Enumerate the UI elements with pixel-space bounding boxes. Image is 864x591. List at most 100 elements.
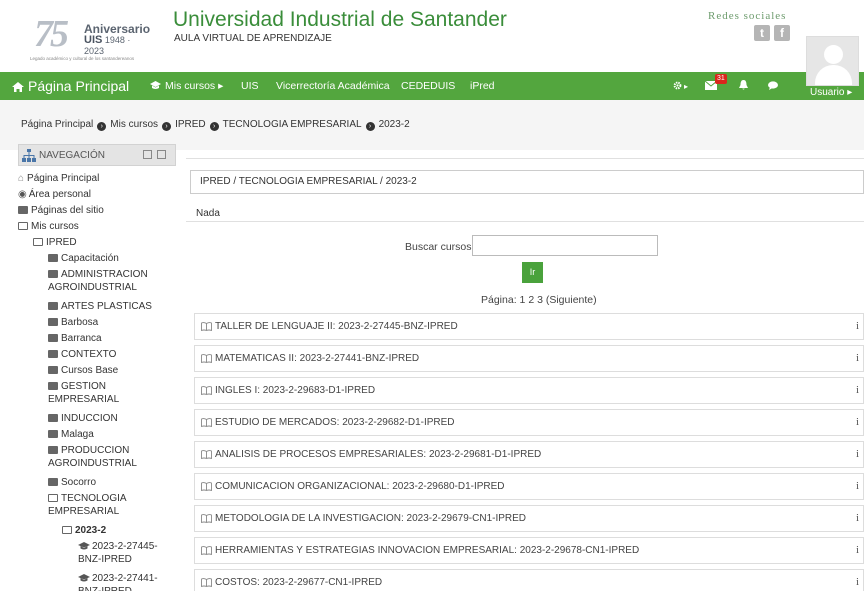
main-navbar: Página Principal Mis cursos ▸ UIS Vicerr… xyxy=(0,72,864,100)
graduation-cap-icon xyxy=(150,81,161,89)
tree-item-ipred[interactable]: IPRED xyxy=(33,236,77,249)
nav-ipred[interactable]: iPred xyxy=(470,72,495,100)
breadcrumb-tecnologia[interactable]: TECNOLOGIA EMPRESARIAL xyxy=(223,119,362,130)
sitemap-icon xyxy=(22,149,36,162)
settings-menu[interactable]: ▸ xyxy=(673,72,688,100)
tree-item-gestion-empresarial[interactable]: GESTION EMPRESARIAL xyxy=(48,380,158,406)
tree-item-malaga[interactable]: Malaga xyxy=(48,428,94,441)
nav-home-link[interactable]: Página Principal xyxy=(12,72,129,100)
tree-item-mis-cursos[interactable]: Mis cursos xyxy=(18,220,79,233)
nav-vicerrectoria[interactable]: Vicerrectoría Académica xyxy=(276,72,390,100)
tree-item-course-27441[interactable]: 2023-2-27441-BNZ-IPRED xyxy=(78,572,174,591)
collapse-block-icon[interactable] xyxy=(143,150,152,159)
main-content: IPRED / TECNOLOGIA EMPRESARIAL / 2023-2 … xyxy=(186,158,864,591)
tree-item-pagina-principal[interactable]: ⌂ Página Principal xyxy=(18,172,99,185)
info-icon[interactable]: i xyxy=(856,320,859,332)
course-item[interactable]: ANALISIS DE PROCESOS EMPRESARIALES: 2023… xyxy=(194,441,864,468)
course-item[interactable]: COSTOS: 2023-2-29677-CN1-IPRED i xyxy=(194,569,864,591)
next-page-link[interactable]: (Siguiente) xyxy=(546,294,597,306)
logo-legado: Legado académico y cultural de los santa… xyxy=(30,56,135,61)
folder-icon xyxy=(48,270,58,278)
nada-text: Nada xyxy=(196,208,220,219)
folder-icon xyxy=(48,366,58,374)
chat-bubble-icon xyxy=(768,81,778,90)
breadcrumb-current[interactable]: 2023-2 xyxy=(379,119,410,130)
course-name-link[interactable]: METODOLOGIA DE LA INVESTIGACION: 2023-2-… xyxy=(215,513,526,524)
nav-uis[interactable]: UIS xyxy=(241,72,259,100)
book-icon xyxy=(201,418,212,427)
course-name-link[interactable]: INGLES I: 2023-2-29683-D1-IPRED xyxy=(215,385,375,396)
graduation-cap-icon xyxy=(78,542,90,550)
folder-open-icon xyxy=(62,526,72,534)
dock-block-icon[interactable] xyxy=(157,150,166,159)
course-name-link[interactable]: ANALISIS DE PROCESOS EMPRESARIALES: 2023… xyxy=(215,449,541,460)
tree-item-paginas-sitio[interactable]: Páginas del sitio xyxy=(18,204,104,217)
facebook-icon[interactable]: f xyxy=(774,25,790,41)
notifications-button[interactable] xyxy=(739,72,748,100)
tree-item-induccion[interactable]: INDUCCION xyxy=(48,412,118,425)
book-icon xyxy=(201,514,212,523)
anniversary-logo[interactable]: 75 Aniversario UIS 1948 · 2023 Legado ac… xyxy=(28,10,150,62)
site-subtitle: AULA VIRTUAL DE APRENDIZAJE xyxy=(174,33,332,44)
tree-item-cursos-base[interactable]: Cursos Base xyxy=(48,364,118,377)
info-icon[interactable]: i xyxy=(856,352,859,364)
chevron-right-icon: › xyxy=(97,122,107,131)
info-icon[interactable]: i xyxy=(856,384,859,396)
tree-item-2023-2[interactable]: 2023-2 xyxy=(62,524,106,537)
search-go-button[interactable]: Ir xyxy=(522,262,543,283)
tree-item-socorro[interactable]: Socorro xyxy=(48,476,96,489)
tree-item-course-27445[interactable]: 2023-2-27445-BNZ-IPRED xyxy=(78,540,174,566)
course-item[interactable]: METODOLOGIA DE LA INVESTIGACION: 2023-2-… xyxy=(194,505,864,532)
info-icon[interactable]: i xyxy=(856,544,859,556)
course-name-link[interactable]: COMUNICACION ORGANIZACIONAL: 2023-2-2968… xyxy=(215,481,505,492)
course-item[interactable]: INGLES I: 2023-2-29683-D1-IPRED i xyxy=(194,377,864,404)
tree-item-capacitacion[interactable]: Capacitación xyxy=(48,252,119,265)
course-item[interactable]: ESTUDIO DE MERCADOS: 2023-2-29682-D1-IPR… xyxy=(194,409,864,436)
user-menu[interactable]: Usuario ▸ xyxy=(810,87,852,98)
page-2-link[interactable]: 2 xyxy=(528,294,534,306)
info-icon[interactable]: i xyxy=(856,480,859,492)
tree-item-tecnologia-empresarial[interactable]: TECNOLOGIA EMPRESARIAL xyxy=(48,492,158,518)
page-1-link: 1 xyxy=(519,294,526,306)
tree-item-artes-plasticas[interactable]: ARTES PLASTICAS xyxy=(48,300,152,313)
course-name-link[interactable]: HERRAMIENTAS Y ESTRATEGIAS INNOVACION EM… xyxy=(215,545,639,556)
tree-item-contexto[interactable]: CONTEXTO xyxy=(48,348,116,361)
breadcrumb-mis-cursos[interactable]: Mis cursos xyxy=(110,119,158,130)
site-title[interactable]: Universidad Industrial de Santander xyxy=(173,8,507,32)
navigation-block: NAVEGACIÓN ⌂ Página Principal ◉ Área perso… xyxy=(18,144,176,591)
tree-item-admin-agroindustrial[interactable]: ADMINISTRACION AGROINDUSTRIAL xyxy=(48,268,174,294)
course-name-link[interactable]: ESTUDIO DE MERCADOS: 2023-2-29682-D1-IPR… xyxy=(215,417,455,428)
tree-item-area-personal[interactable]: ◉ Área personal xyxy=(18,188,91,201)
nav-mis-cursos[interactable]: Mis cursos ▸ xyxy=(150,72,223,100)
nav-cededuis[interactable]: CEDEDUIS xyxy=(401,72,455,100)
navigation-title: NAVEGACIÓN xyxy=(39,150,105,161)
tree-item-barranca[interactable]: Barranca xyxy=(48,332,102,345)
info-icon[interactable]: i xyxy=(856,448,859,460)
course-item[interactable]: HERRAMIENTAS Y ESTRATEGIAS INNOVACION EM… xyxy=(194,537,864,564)
course-item[interactable]: TALLER DE LENGUAJE II: 2023-2-27445-BNZ-… xyxy=(194,313,864,340)
course-item[interactable]: COMUNICACION ORGANIZACIONAL: 2023-2-2968… xyxy=(194,473,864,500)
course-item[interactable]: MATEMATICAS II: 2023-2-27441-BNZ-IPRED i xyxy=(194,345,864,372)
graduation-cap-icon xyxy=(78,574,90,582)
folder-icon xyxy=(48,302,58,310)
tree-item-produccion-agroindustrial[interactable]: PRODUCCION AGROINDUSTRIAL xyxy=(48,444,174,470)
breadcrumb-bar: Página Principal › Mis cursos › IPRED › TECNOL… xyxy=(0,100,864,150)
breadcrumb-ipred[interactable]: IPRED xyxy=(175,119,206,130)
tree-item-barbosa[interactable]: Barbosa xyxy=(48,316,98,329)
info-icon[interactable]: i xyxy=(856,576,859,588)
twitter-icon[interactable]: t xyxy=(754,25,770,41)
breadcrumb-home[interactable]: Página Principal xyxy=(21,119,93,130)
chevron-right-icon: › xyxy=(162,122,172,131)
course-name-link[interactable]: TALLER DE LENGUAJE II: 2023-2-27445-BNZ-… xyxy=(215,321,458,332)
search-courses-input[interactable] xyxy=(472,235,658,256)
page-3-link[interactable]: 3 xyxy=(537,294,543,306)
course-name-link[interactable]: MATEMATICAS II: 2023-2-27441-BNZ-IPRED xyxy=(215,353,419,364)
course-name-link[interactable]: COSTOS: 2023-2-29677-CN1-IPRED xyxy=(215,577,382,588)
folder-icon xyxy=(48,350,58,358)
chat-button[interactable] xyxy=(768,72,778,100)
user-avatar[interactable] xyxy=(806,36,859,86)
info-icon[interactable]: i xyxy=(856,416,859,428)
breadcrumb: Página Principal › Mis cursos › IPRED › TECNOL… xyxy=(21,119,410,131)
info-icon[interactable]: i xyxy=(856,512,859,524)
site-header: 75 Aniversario UIS 1948 · 2023 Legado ac… xyxy=(0,0,864,72)
